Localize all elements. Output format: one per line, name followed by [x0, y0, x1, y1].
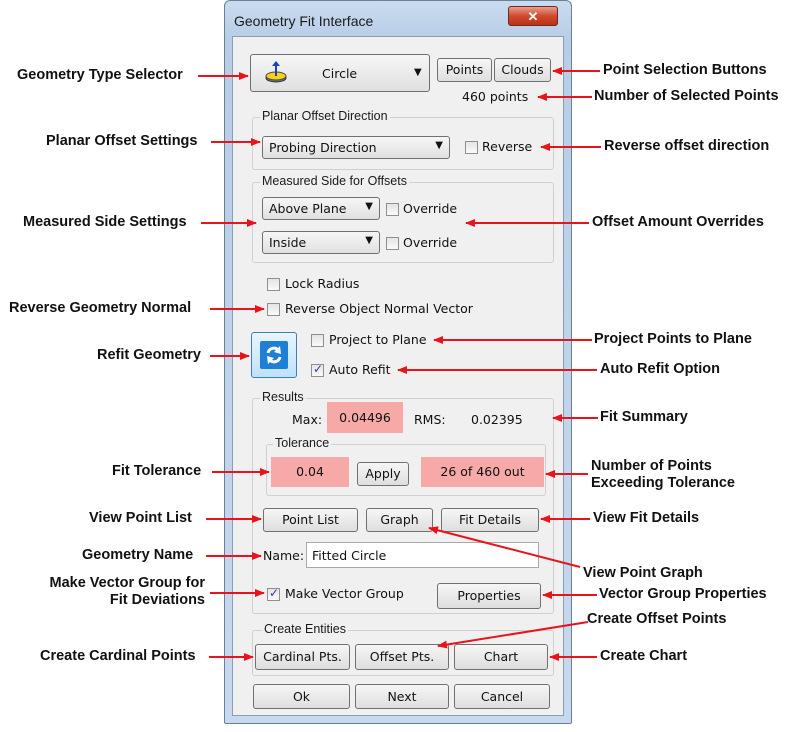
annotation-point-selection-buttons: Point Selection Buttons — [603, 62, 767, 78]
annotation-view-point-graph: View Point Graph — [583, 565, 703, 581]
annotation-auto-refit-option: Auto Refit Option — [600, 361, 721, 377]
annotation-reverse-offset-direction: Reverse offset direction — [604, 138, 770, 154]
annotation-number-selected-points: Number of Selected Points — [594, 88, 779, 104]
annotation-reverse-geometry-normal: Reverse Geometry Normal — [9, 300, 192, 316]
annotation-view-fit-details: View Fit Details — [593, 510, 700, 526]
annotation-fit-summary: Fit Summary — [600, 409, 688, 425]
annotation-make-vector-group-line1: Make Vector Group for — [49, 575, 205, 591]
annotation-create-offset-points: Create Offset Points — [587, 611, 727, 627]
annotation-view-point-list: View Point List — [89, 510, 192, 526]
annotation-refit-geometry: Refit Geometry — [97, 347, 201, 363]
annotation-geometry-name: Geometry Name — [82, 547, 194, 563]
annotation-measured-side-settings: Measured Side Settings — [23, 214, 187, 230]
annotation-offset-amount-overrides: Offset Amount Overrides — [592, 214, 764, 230]
annotation-num-points-exceeding: Number of Points Exceeding Tolerance — [591, 458, 735, 492]
annotation-vector-group-properties: Vector Group Properties — [599, 586, 767, 602]
annotation-make-vector-group-line2: Fit Deviations — [109, 592, 205, 608]
annotation-create-chart: Create Chart — [600, 648, 688, 664]
annotation-fit-tolerance: Fit Tolerance — [112, 463, 202, 479]
annotation-geometry-type-selector: Geometry Type Selector — [17, 67, 183, 83]
annotation-project-points-to-plane: Project Points to Plane — [594, 331, 752, 347]
annotation-planar-offset-settings: Planar Offset Settings — [46, 133, 198, 149]
annotation-num-points-line1: Number of Points — [591, 458, 712, 474]
annotation-create-cardinal-points: Create Cardinal Points — [40, 648, 196, 664]
annotation-make-vector-group: Make Vector Group for Fit Deviations — [47, 575, 205, 609]
annotation-num-points-line2: Exceeding Tolerance — [591, 475, 735, 491]
